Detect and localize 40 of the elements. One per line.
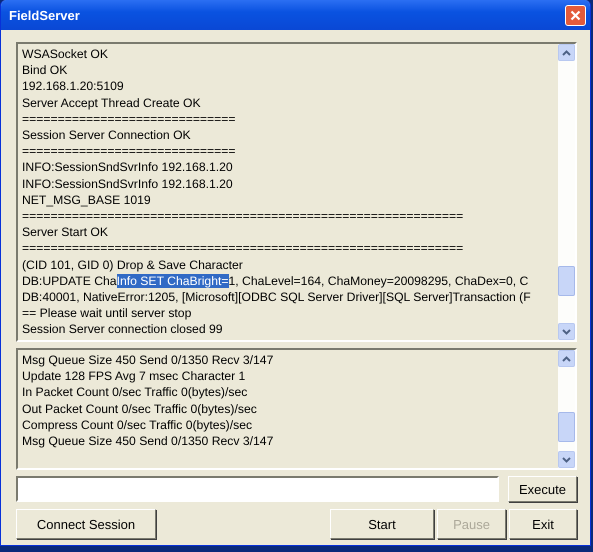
log-line: Session Server Connection OK: [22, 127, 191, 144]
log-line: DB:UPDATE ChaInfo SET ChaBright=1, ChaLevel=164, ChaMoney=20098295, ChaDex=0, C: [22, 272, 528, 290]
log-line: ==============================: [22, 143, 236, 160]
execute-button[interactable]: Execute: [508, 476, 577, 502]
action-button[interactable]: Exit: [509, 509, 577, 539]
close-icon: [570, 10, 581, 20]
scroll-down-icon[interactable]: [558, 451, 575, 468]
log-line: (CID 101, GID 0) Drop & Save Character: [22, 256, 243, 273]
log-line: Compress Count 0/sec Traffic 0(bytes)/sec: [22, 416, 252, 434]
log-line: Server Start OK: [22, 224, 108, 240]
action-button[interactable]: Start: [330, 509, 434, 539]
log-line: == Please wait until server stop: [22, 305, 192, 322]
command-field[interactable]: [16, 476, 499, 502]
log-line: ==============================: [22, 110, 236, 128]
scroll-thumb[interactable]: [558, 412, 575, 442]
log-line: Msg Queue Size 450 Send 0/1350 Recv 3/147: [22, 433, 274, 450]
log-line: 192.168.1.20:5109: [22, 78, 124, 95]
log-line: Server Accept Thread Create OK: [22, 94, 201, 111]
close-button[interactable]: [565, 4, 586, 26]
scroll-thumb[interactable]: [558, 266, 575, 296]
scroll-up-icon[interactable]: [558, 44, 575, 61]
log-line: Update 128 FPS Avg 7 msec Character 1: [22, 368, 246, 384]
log-line: DB:40001, NativeError:1205, [Microsoft][ODBC SQL Server Driver][SQL Server]Transaction (F: [22, 289, 531, 306]
log-line: In Packet Count 0/sec Traffic 0(bytes)/sec: [22, 384, 248, 401]
log-line: Msg Queue Size 450 Send 0/1350 Recv 3/147: [22, 352, 274, 368]
scroll-up-icon[interactable]: [558, 350, 575, 367]
action-button[interactable]: Connect Session: [16, 509, 156, 539]
log-line: NET_MSG_BASE 1019: [22, 192, 151, 208]
log-line: Bind OK: [22, 62, 68, 78]
scroll-down-icon[interactable]: [558, 323, 575, 340]
log-line: WSASocket OK: [22, 46, 108, 62]
log-line: ==============================================================: [22, 240, 464, 257]
log-line: ==============================================================: [22, 208, 464, 224]
window-title: FieldServer: [9, 8, 80, 22]
log-line: INFO:SessionSndSvrInfo 192.168.1.20: [22, 159, 233, 176]
log-line: INFO:SessionSndSvrInfo 192.168.1.20: [22, 176, 233, 192]
scrollbar[interactable]: [558, 44, 575, 340]
scrollbar[interactable]: [558, 350, 575, 468]
log-line: Out Packet Count 0/sec Traffic 0(bytes)/sec: [22, 400, 257, 417]
log-line: Session Server connection closed 99: [22, 321, 223, 338]
